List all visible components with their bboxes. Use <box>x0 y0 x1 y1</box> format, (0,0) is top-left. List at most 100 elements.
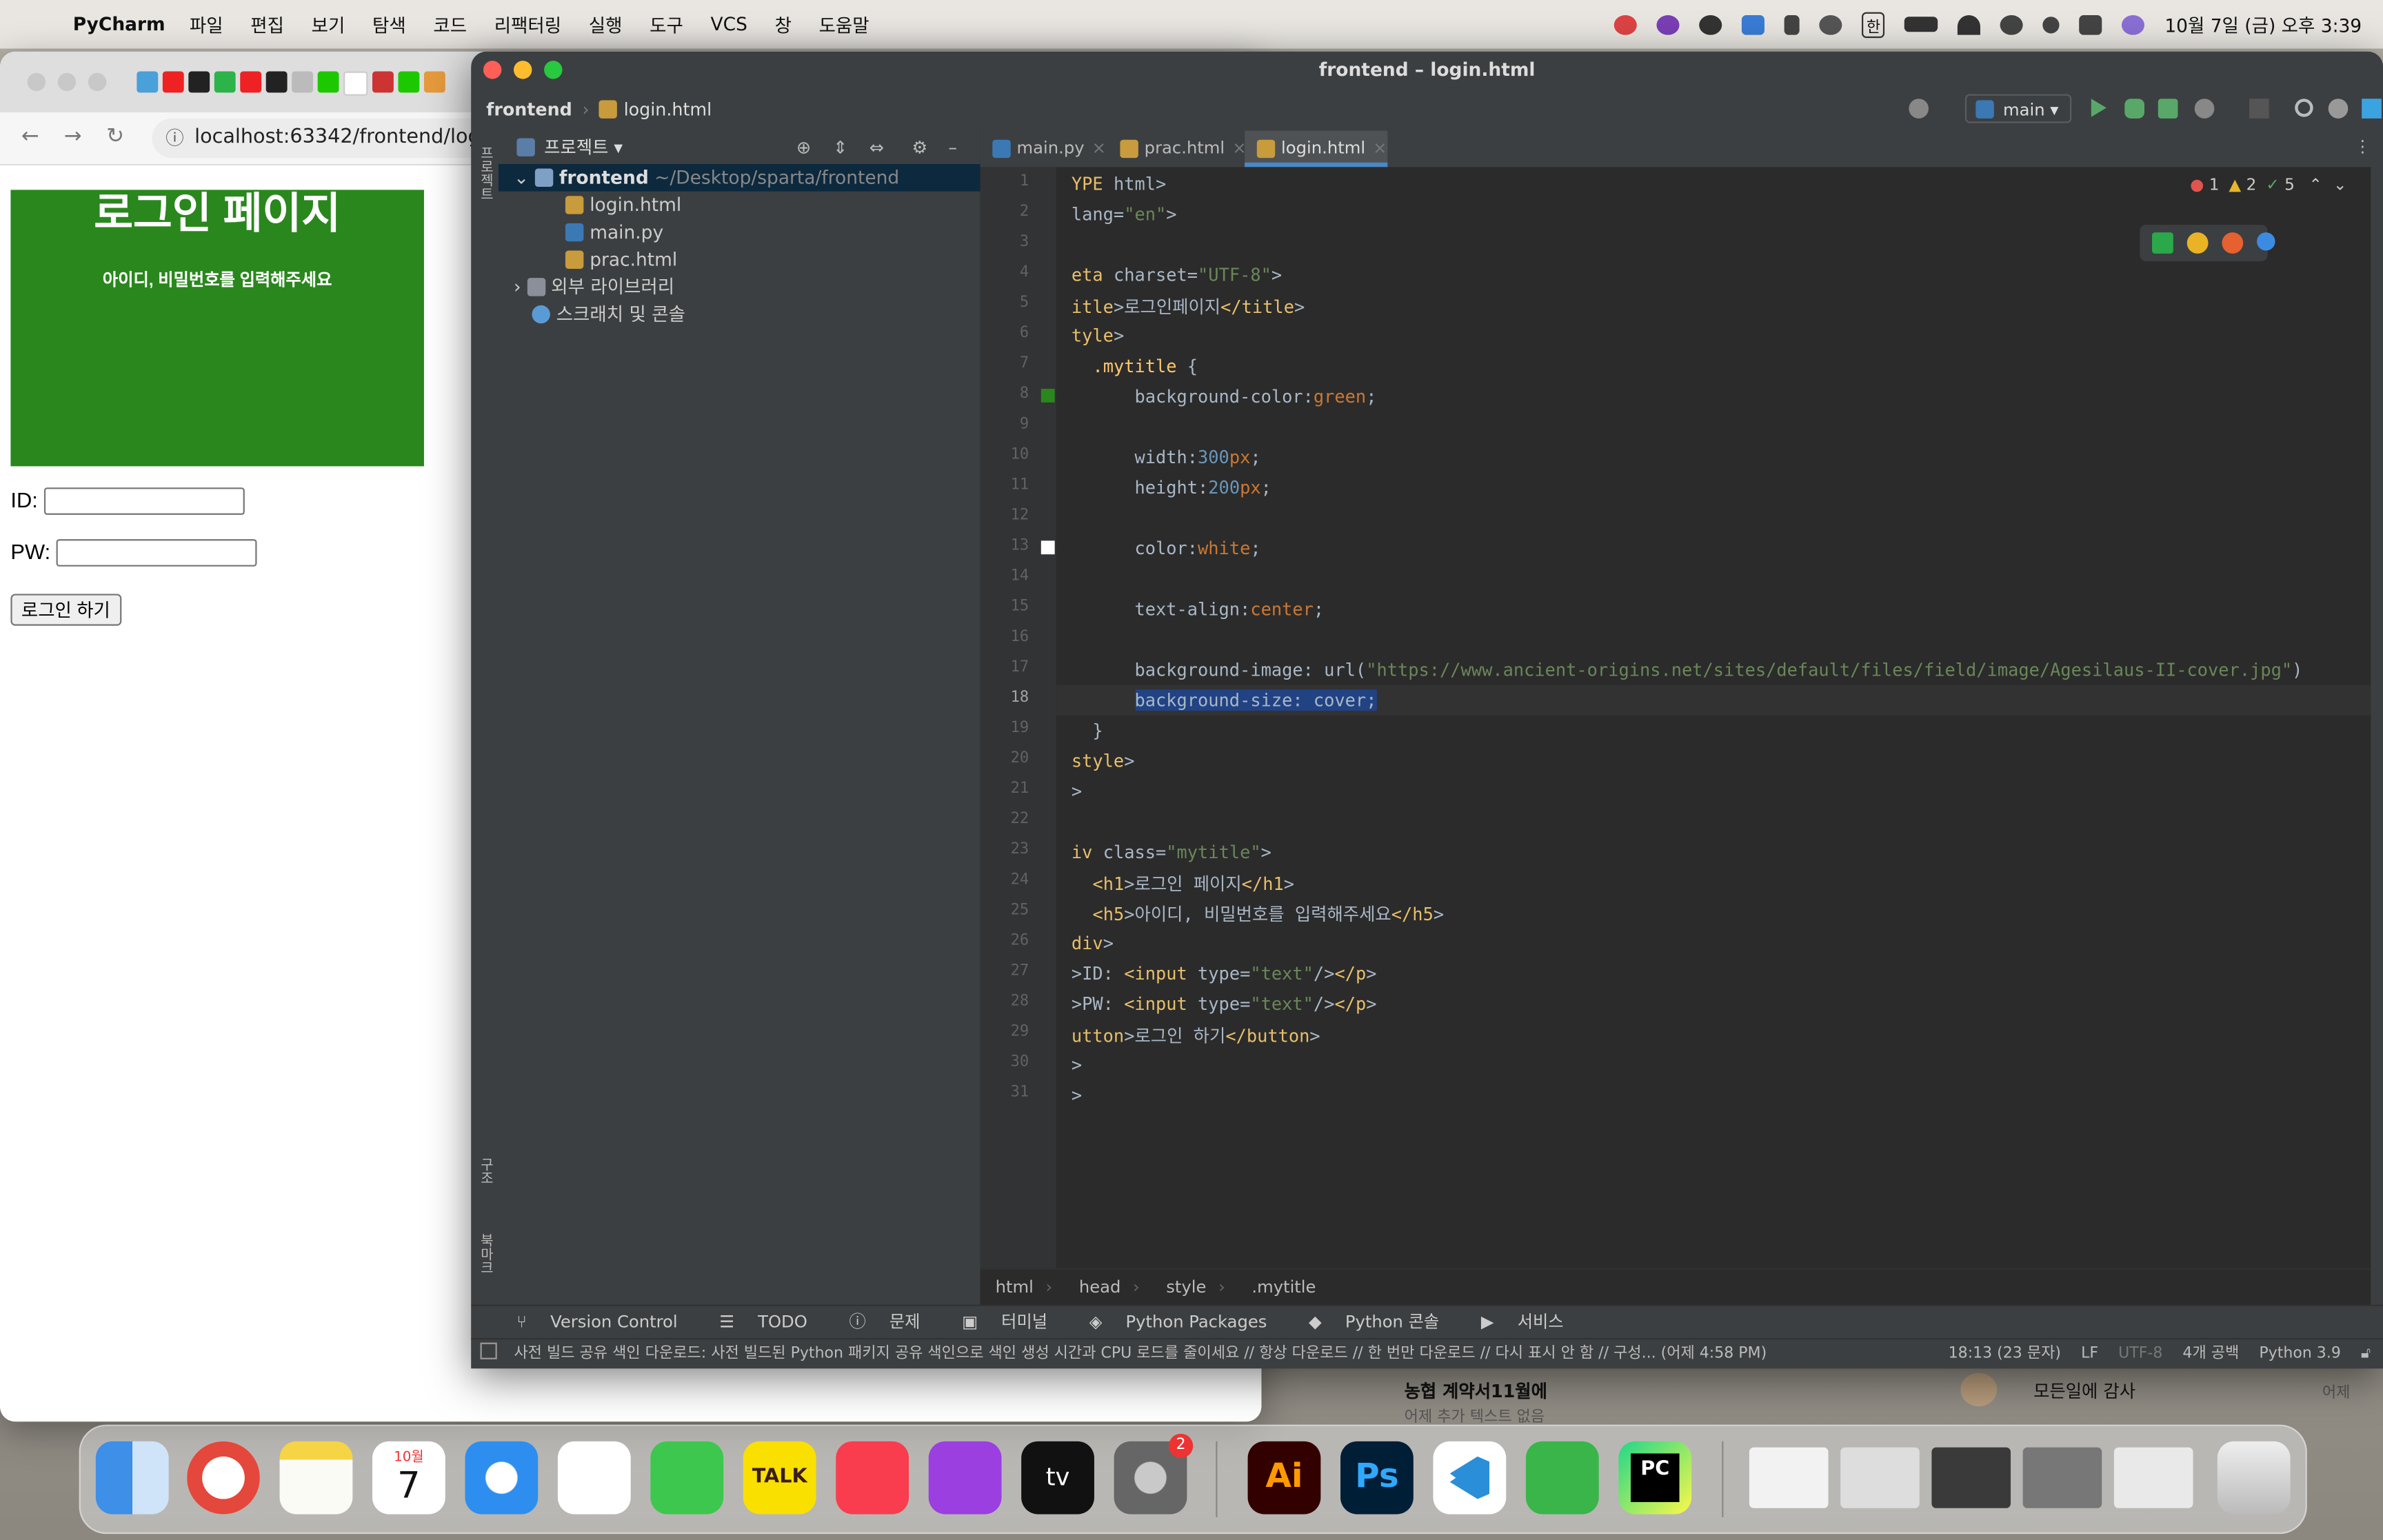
code-line[interactable]: div> <box>1072 933 1114 954</box>
kakaotalk-icon[interactable]: TALK <box>743 1441 816 1514</box>
creative-cloud-icon[interactable] <box>1699 14 1722 34</box>
minimized-window-thumb[interactable] <box>2022 1447 2102 1508</box>
project-panel-title[interactable]: 프로젝트 <box>544 136 608 158</box>
code-area[interactable]: YPE html> lang="en"> eta charset="UTF-8"> i… <box>1056 167 2383 1268</box>
todo-tab[interactable]: ☰ TODO <box>719 1313 816 1333</box>
id-input[interactable] <box>43 487 245 516</box>
indent-setting[interactable]: 4개 공백 <box>2182 1346 2239 1362</box>
locate-icon[interactable]: ⊕ <box>796 130 811 163</box>
previous-highlight-icon[interactable]: ⌃ <box>2309 176 2322 194</box>
naver-icon[interactable] <box>317 71 339 93</box>
collapse-all-icon[interactable]: ⇔ <box>869 130 884 163</box>
code-line[interactable]: > <box>1072 1084 1082 1106</box>
color-swatch-icon[interactable] <box>1040 540 1055 555</box>
menu-help[interactable]: 도움말 <box>819 12 869 37</box>
code-line[interactable]: background-color:green; <box>1072 386 1376 407</box>
structure-tool-tab[interactable]: 구조 <box>476 1157 496 1185</box>
spotlight-icon[interactable] <box>2042 16 2060 33</box>
system-settings-icon[interactable]: 2 <box>1114 1433 1194 1514</box>
gear-icon[interactable]: ⚙ <box>912 130 927 163</box>
code-line[interactable]: background-image: url("https://www.ancie… <box>1072 659 2302 680</box>
finder-icon[interactable] <box>95 1441 169 1514</box>
project-tool-tab[interactable]: 프로젝트 <box>476 146 496 201</box>
notes-icon[interactable] <box>279 1441 353 1514</box>
search-icon[interactable] <box>2295 99 2313 117</box>
menu-refactor[interactable]: 리팩터링 <box>494 12 561 37</box>
code-line[interactable]: text-align:center; <box>1072 598 1324 620</box>
illustrator-icon[interactable]: Ai <box>1247 1441 1321 1514</box>
profile-icon[interactable] <box>2194 99 2215 119</box>
hide-panel-icon[interactable]: – <box>948 130 957 163</box>
menu-code[interactable]: 코드 <box>433 12 467 37</box>
code-line[interactable]: >PW: <input type="text"/></p> <box>1072 993 1377 1015</box>
menu-vcs[interactable]: VCS <box>711 14 747 35</box>
bookmark-icon[interactable] <box>292 71 314 93</box>
apple-tv-icon[interactable]: tv <box>1021 1441 1094 1514</box>
code-line[interactable]: utton>로그인 하기</button> <box>1072 1024 1320 1048</box>
tray-app-icon[interactable] <box>1656 14 1680 34</box>
next-highlight-icon[interactable]: ⌄ <box>2333 176 2346 194</box>
code-line[interactable]: .mytitle { <box>1072 356 1198 377</box>
lock-icon[interactable]: 🔓︎ <box>2361 1346 2371 1362</box>
zoom-window-button[interactable] <box>88 72 107 92</box>
zoom-window-button[interactable] <box>544 61 563 79</box>
problems-tab[interactable]: ⓘ 문제 <box>849 1313 929 1333</box>
minimize-window-button[interactable] <box>57 72 77 92</box>
code-line[interactable]: YPE html> <box>1072 173 1166 194</box>
play-icon[interactable] <box>1819 14 1842 34</box>
bookmark-icon[interactable] <box>137 71 159 93</box>
app-menu[interactable]: PyCharm <box>73 14 165 35</box>
site-info-icon[interactable]: ⓘ <box>165 119 183 158</box>
tree-external-libraries[interactable]: › 외부 라이브러리 <box>499 274 981 301</box>
stop-icon[interactable] <box>2249 99 2269 119</box>
google-icon[interactable] <box>343 71 368 96</box>
code-line[interactable]: >ID: <input type="text"/></p> <box>1072 963 1377 984</box>
naver-icon[interactable] <box>398 71 420 93</box>
minimized-window-thumb[interactable] <box>1749 1447 1829 1508</box>
interpreter[interactable]: Python 3.9 <box>2259 1346 2340 1362</box>
more-tabs-icon[interactable]: ⋮ <box>2354 136 2371 156</box>
trash-icon[interactable] <box>2217 1441 2291 1514</box>
tree-scratches[interactable]: 스크래치 및 콘솔 <box>499 301 981 328</box>
breadcrumb-item[interactable]: .mytitle <box>1251 1277 1316 1297</box>
safari-icon[interactable] <box>2257 232 2275 251</box>
code-line[interactable]: > <box>1072 1054 1082 1075</box>
reminders-icon[interactable] <box>557 1441 631 1514</box>
python-console-tab[interactable]: ◆ Python 콘솔 <box>1309 1313 1448 1333</box>
code-line[interactable]: style> <box>1072 750 1135 771</box>
run-icon[interactable] <box>2091 99 2107 117</box>
vscode-icon[interactable] <box>1433 1441 1507 1514</box>
youtube-icon[interactable] <box>240 71 262 93</box>
control-center-icon[interactable] <box>2079 14 2102 34</box>
menu-edit[interactable]: 편집 <box>250 12 284 37</box>
time-machine-icon[interactable] <box>2000 14 2024 34</box>
menu-run[interactable]: 실행 <box>589 12 623 37</box>
breadcrumb-item[interactable]: head <box>1079 1277 1121 1297</box>
pycharm-icon[interactable]: PC <box>1618 1441 1692 1514</box>
input-source-icon[interactable]: 한 <box>1862 11 1885 37</box>
code-line[interactable]: width:300px; <box>1072 447 1260 468</box>
run-config-select[interactable]: main ▾ <box>1964 94 2072 123</box>
inspection-widget[interactable]: ● 1 ▲ 2 ✓ 5 ⌃ ⌄ <box>2190 176 2346 194</box>
code-line[interactable]: <h5>아이디, 비밀번호를 입력해주세요</h5> <box>1072 902 1444 926</box>
youtube-icon[interactable] <box>162 71 184 93</box>
minimize-window-button[interactable] <box>513 61 532 79</box>
terminal-tab[interactable]: ▣ 터미널 <box>962 1313 1056 1333</box>
translate-icon[interactable] <box>1742 14 1765 34</box>
chrome-icon[interactable] <box>2186 232 2209 254</box>
menu-window[interactable]: 창 <box>775 12 792 37</box>
close-window-button[interactable] <box>27 72 46 92</box>
code-line[interactable]: color:white; <box>1072 538 1260 559</box>
close-icon[interactable]: × <box>1092 138 1106 158</box>
reload-icon[interactable]: ↻ <box>106 125 124 149</box>
gear-icon[interactable] <box>423 71 445 93</box>
login-button[interactable]: 로그인 하기 <box>10 594 121 626</box>
pw-input[interactable] <box>56 539 257 567</box>
services-tab[interactable]: ▶ 서비스 <box>1481 1313 1573 1333</box>
nav-file[interactable]: login.html <box>624 99 712 120</box>
status-message[interactable]: 사전 빌드 공유 색인 다운로드: 사전 빌드된 Python 패키지 공유 색… <box>514 1346 1767 1362</box>
code-line[interactable]: lang="en"> <box>1072 203 1177 225</box>
music-icon[interactable] <box>836 1441 909 1514</box>
close-window-button[interactable] <box>483 61 502 79</box>
nav-project[interactable]: frontend <box>486 99 572 120</box>
